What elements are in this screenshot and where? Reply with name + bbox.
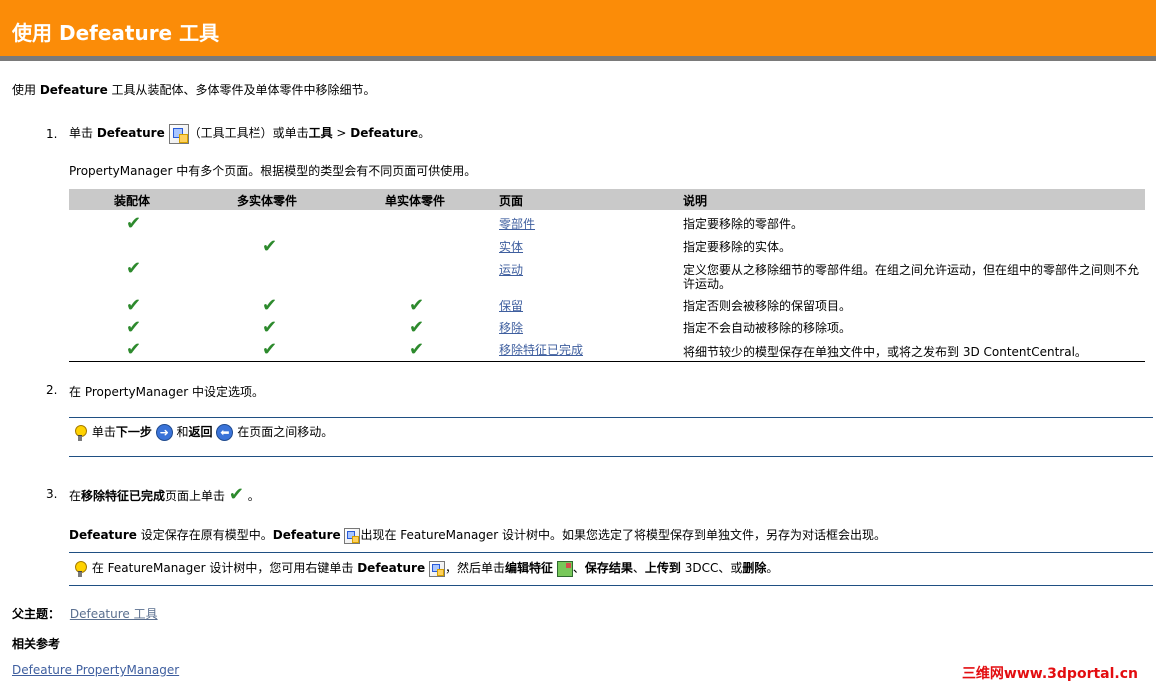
check-icon: ✔ [126, 317, 142, 338]
check-icon: ✔ [262, 339, 278, 360]
header-multibody: 多实体零件 [237, 194, 298, 208]
step-3-description: Defeature 设定保存在原有模型中。Defeature 出现在 Featu… [69, 527, 887, 544]
step-3-text: 在移除特征已完成页面上单击 ✔ 。 [69, 484, 260, 505]
page-link-keep[interactable]: 保留 [499, 297, 523, 314]
row-description: 指定不会自动被移除的移除项。 [683, 321, 852, 335]
tip-box-featuremanager: 在 FeatureManager 设计树中，您可用右键单击 Defeature … [69, 552, 1153, 586]
row-description: 指定要移除的实体。 [683, 240, 792, 254]
watermark-text: 三维网www.3dportal.cn [961, 666, 1138, 682]
title-bar: 使用 Defeature 工具 [0, 0, 1156, 56]
header-description: 说明 [683, 194, 708, 208]
page-title: 使用 Defeature 工具 [12, 21, 220, 45]
page-link-remove[interactable]: 移除 [499, 319, 523, 336]
table-bottom-rule [69, 361, 1145, 362]
next-arrow-icon: ➜ [155, 424, 173, 441]
parent-topic: 父主题： Defeature 工具 [12, 607, 158, 621]
row-description: 指定否则会被移除的保留项目。 [683, 299, 852, 313]
header-assembly: 装配体 [114, 194, 151, 208]
row-description: 将细节较少的模型保存在单独文件中，或将之发布到 3D ContentCentra… [683, 345, 1087, 359]
step-1-description: PropertyManager 中有多个页面。根据模型的类型会有不同页面可供使用… [69, 164, 477, 178]
check-icon: ✔ [126, 295, 142, 316]
check-icon: ✔ [262, 317, 278, 338]
parent-topic-link[interactable]: Defeature 工具 [70, 607, 158, 621]
tip-navigation-content: 单击下一步 ➜ 和返回 ⬅ 在页面之间移动。 [72, 422, 333, 442]
page-link-bodies[interactable]: 实体 [499, 238, 523, 255]
edit-feature-icon [556, 560, 573, 577]
defeature-icon [428, 560, 445, 577]
step-1-text: 单击 Defeature （工具工具栏）或单击工具 > Defeature。 [69, 121, 430, 145]
check-icon: ✔ [126, 213, 142, 234]
check-icon: ✔ [126, 339, 142, 360]
lightbulb-icon [72, 560, 88, 578]
row-description-continued: 许运动。 [683, 277, 732, 291]
header-page: 页面 [499, 194, 524, 208]
defeature-icon [168, 123, 189, 144]
step-3-number: 3. [46, 487, 58, 501]
tip-featuremanager-content: 在 FeatureManager 设计树中，您可用右键单击 Defeature … [72, 558, 778, 578]
tip-box-navigation: 单击下一步 ➜ 和返回 ⬅ 在页面之间移动。 [69, 417, 1153, 457]
step-2-number: 2. [46, 383, 58, 397]
table-header: 装配体 多实体零件 单实体零件 页面 说明 [69, 189, 1145, 210]
step-1-number: 1. [46, 127, 58, 141]
intro-text: 使用 Defeature 工具从装配体、多体零件及单体零件中移除细节。 [12, 83, 376, 97]
check-icon: ✔ [409, 339, 425, 360]
defeature-icon [344, 527, 361, 544]
page-link-motion[interactable]: 运动 [499, 261, 523, 278]
header-singlebody: 单实体零件 [385, 194, 446, 208]
check-icon: ✔ [228, 484, 244, 505]
check-icon: ✔ [409, 295, 425, 316]
lightbulb-icon [72, 424, 88, 442]
row-description: 定义您要从之移除细节的零部件组。在组之间允许运动，但在组中的零部件之间则不允 [683, 263, 1140, 277]
related-heading: 相关参考 [12, 637, 61, 651]
check-icon: ✔ [262, 295, 278, 316]
back-arrow-icon: ⬅ [216, 424, 234, 441]
related-link[interactable]: Defeature PropertyManager [12, 663, 179, 677]
page-link-defeature-complete[interactable]: 移除特征已完成 [499, 341, 583, 358]
check-icon: ✔ [262, 236, 278, 257]
title-divider [0, 56, 1156, 61]
step-2-text: 在 PropertyManager 中设定选项。 [69, 385, 265, 399]
check-icon: ✔ [126, 258, 142, 279]
check-icon: ✔ [409, 317, 425, 338]
page-link-components[interactable]: 零部件 [499, 215, 535, 232]
row-description: 指定要移除的零部件。 [683, 217, 804, 231]
